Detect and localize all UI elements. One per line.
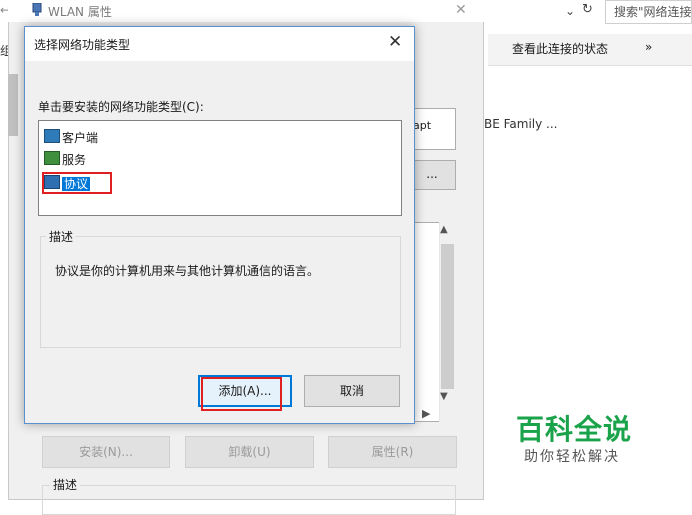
watermark-title: 百科全说 bbox=[516, 413, 633, 446]
scroll-down-icon[interactable]: ▼ bbox=[440, 391, 448, 402]
dialog-title: 选择网络功能类型 bbox=[34, 38, 131, 52]
client-monitor-icon bbox=[44, 129, 60, 143]
view-connection-status-button[interactable]: 查看此连接的状态 bbox=[512, 40, 608, 57]
wlan-close-icon[interactable]: ✕ bbox=[455, 2, 467, 18]
dialog-close-icon[interactable]: ✕ bbox=[388, 32, 402, 52]
search-input[interactable]: 搜索"网络连接" bbox=[605, 0, 692, 24]
wlan-description-label: 描述 bbox=[50, 476, 81, 493]
network-adapter-icon bbox=[31, 2, 43, 20]
wlan-tab-strip bbox=[8, 74, 18, 136]
highlight-box-add bbox=[201, 377, 282, 411]
configure-button[interactable]: ... bbox=[408, 160, 456, 190]
uninstall-button[interactable]: 卸载(U) bbox=[185, 436, 314, 468]
scroll-up-icon[interactable]: ▲ bbox=[440, 224, 448, 235]
refresh-icon[interactable]: ↻ bbox=[582, 2, 593, 17]
adapter-description-text: BE Family ... bbox=[484, 117, 558, 131]
list-item-service[interactable]: 服务 bbox=[44, 151, 86, 169]
watermark-subtitle: 助你轻松解决 bbox=[524, 449, 620, 465]
adapter-name-field: apt bbox=[408, 108, 456, 150]
more-commands-chevron-icon[interactable]: » bbox=[645, 40, 652, 54]
description-group bbox=[40, 236, 401, 348]
highlight-box-protocol bbox=[42, 172, 112, 194]
list-item-client[interactable]: 客户端 bbox=[44, 129, 98, 147]
properties-button[interactable]: 属性(R) bbox=[328, 436, 457, 468]
cancel-button[interactable]: 取消 bbox=[304, 375, 400, 407]
description-text: 协议是你的计算机用来与其他计算机通信的语言。 bbox=[55, 264, 320, 278]
description-legend: 描述 bbox=[46, 228, 77, 245]
list-item-label: 服务 bbox=[62, 153, 87, 167]
install-button[interactable]: 安装(N)... bbox=[42, 436, 170, 468]
select-feature-type-dialog bbox=[24, 26, 415, 424]
scroll-right-icon[interactable]: ▶ bbox=[422, 407, 430, 420]
wlan-description-group bbox=[42, 485, 456, 515]
dialog-instruction: 单击要安装的网络功能类型(C): bbox=[38, 100, 204, 114]
list-item-label: 客户端 bbox=[62, 131, 99, 145]
address-dropdown-icon[interactable]: ⌄ bbox=[565, 4, 575, 18]
wlan-window-title: WLAN 属性 bbox=[48, 5, 112, 19]
service-icon bbox=[44, 151, 60, 165]
scrollbar-thumb[interactable] bbox=[441, 244, 454, 389]
